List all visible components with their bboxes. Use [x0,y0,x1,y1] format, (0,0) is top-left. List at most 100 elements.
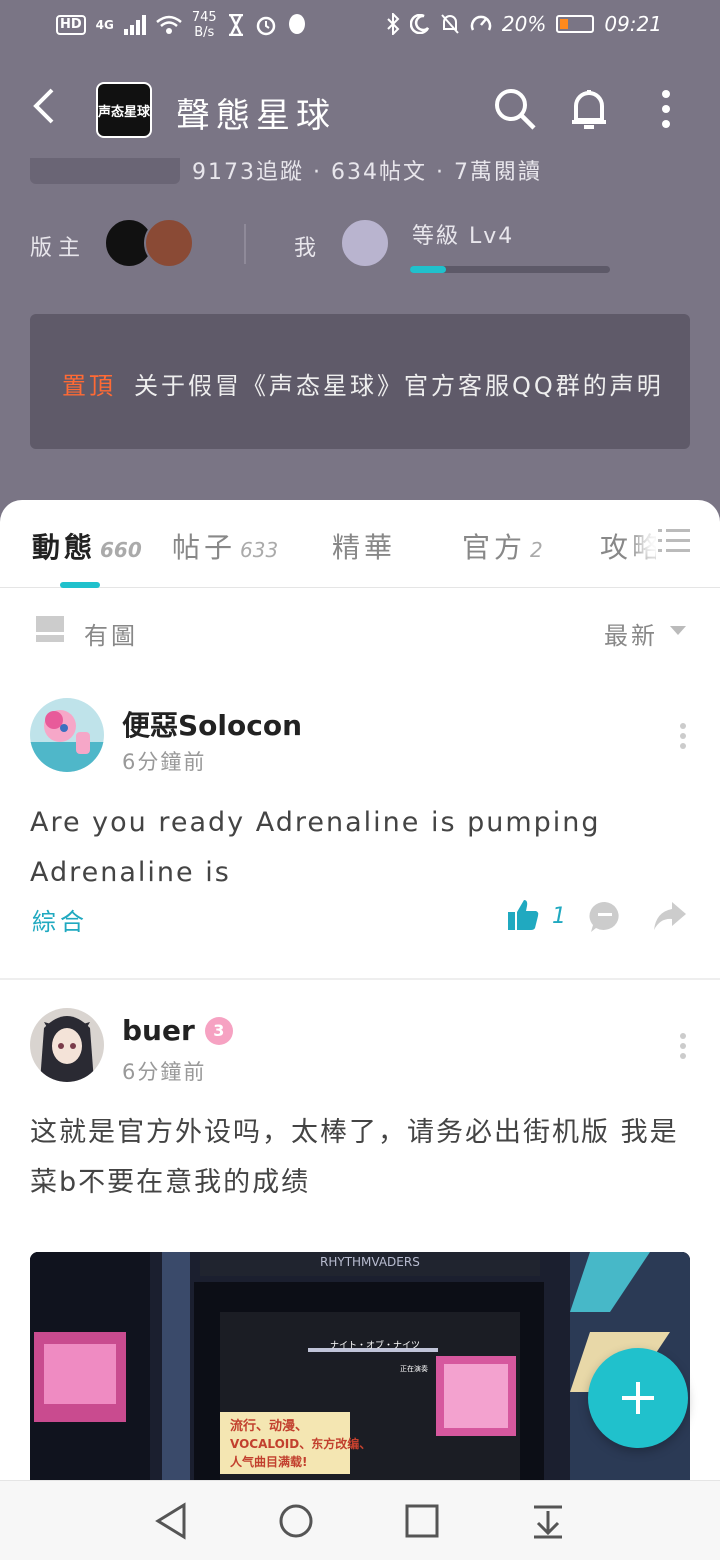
tab-label: 帖子 [172,531,237,564]
chevron-down-icon [670,626,686,635]
bell-icon [572,90,606,129]
more-vertical-icon [662,90,670,128]
list-icon [658,529,690,552]
post-image[interactable]: RHYTHMVADERS ナイト・オブ・ナイツ 正在演奏 流行、动漫、 VOCA… [30,1252,690,1480]
mute-icon [441,14,459,34]
my-avatar[interactable] [340,218,390,268]
pinned-post[interactable]: 置頂 关于假冒《声态星球》官方客服QQ群的声明 [30,314,690,449]
user-avatar-image [30,1008,104,1082]
active-tab-indicator [60,582,100,588]
network-speed: 745 B/s [191,10,217,40]
wifi-icon [156,15,182,34]
post-body[interactable]: 这就是官方外设吗，太棒了，请务必出街机版 我是菜b不要在意我的成绩 [30,1108,690,1208]
app-header: 声态星球 聲態星球 [0,56,720,166]
pinned-title: 关于假冒《声态星球》官方客服QQ群的声明 [134,372,664,400]
tab-menu-button[interactable] [656,526,696,562]
board-logo-text: 声态星球 [98,104,151,120]
clock: 09:21 [604,12,662,36]
board-stats: 9173追蹤 · 634帖文 · 7萬閱讀 [192,160,542,182]
tab-count: 2 [530,538,543,562]
level-progress-fill [410,266,446,273]
promo-line-3: 人气曲目满载! [230,1454,307,1469]
post-username-text: buer [122,1014,195,1047]
share-button[interactable] [652,900,688,936]
moderator-label: 版主 [30,236,87,261]
my-label: 我 [294,236,317,261]
avatar[interactable] [30,1008,104,1082]
thumbs-up-icon [508,900,539,930]
arcade-photo: RHYTHMVADERS ナイト・オブ・ナイツ 正在演奏 流行、动漫、 VOCA… [30,1252,690,1480]
tab-label: 攻略 [600,531,665,564]
avatar[interactable] [30,698,104,772]
plus-icon [622,1382,654,1414]
post-username[interactable]: 便惡Solocon [122,704,302,744]
like-button[interactable] [506,898,540,936]
post-body[interactable]: Are you ready Adrenaline is pumping Adre… [30,798,690,898]
level-text: 等級 Lv4 [412,224,515,249]
divider [244,224,246,264]
more-vertical-icon[interactable] [670,1032,696,1062]
notification-button[interactable] [566,86,612,132]
search-icon [495,89,536,130]
level-progress [410,266,610,273]
like-count: 1 [552,904,566,929]
tab-featured[interactable]: 精華 [332,526,396,566]
tab-label: 官方 [462,531,527,564]
divider [0,978,720,980]
user-avatar-image [30,698,104,772]
pinned-tag: 置頂 [62,372,116,400]
hourglass-icon [228,14,243,36]
tab-count: 633 [240,538,279,562]
bluetooth-icon [387,13,400,35]
share-icon [654,902,686,930]
board-logo[interactable]: 声态星球 [96,82,152,138]
alarm-icon [256,16,275,36]
comment-button[interactable] [588,900,622,938]
more-options-button[interactable] [646,86,692,132]
notification-shade-icon[interactable] [528,1501,568,1541]
tab-label: 精華 [332,531,397,564]
tab-bar: 動態 660 帖子 633 精華 官方 2 攻略 [0,500,720,588]
moderator-avatar[interactable] [144,218,194,268]
official-badge [30,158,180,184]
post-category[interactable]: 綜合 [32,902,88,937]
chevron-left-icon [33,88,54,124]
tab-posts[interactable]: 帖子 633 [172,526,278,566]
play-status: 正在演奏 [400,1364,428,1373]
search-button[interactable] [492,86,538,132]
power-save-icon [470,15,492,31]
level-badge: 3 [204,1017,233,1045]
image-filter-label[interactable]: 有圖 [84,616,138,651]
hd-icon: HD [56,15,86,35]
post-time: 6分鐘前 [122,750,207,774]
tab-label: 動態 [32,531,97,564]
moderator-row: 版主 我 等級 Lv4 [30,216,690,276]
qq-icon [288,14,305,34]
image-filter-icon[interactable] [36,616,64,642]
battery-percent: 20% [501,12,547,36]
content-sheet: 動態 660 帖子 633 精華 官方 2 攻略 有圖 最新 便惡Solocon… [0,500,720,1480]
tab-feed[interactable]: 動態 660 [32,526,142,566]
filter-row: 有圖 最新 [0,600,720,660]
status-bar: HD 4G 745 B/s 20% 09:21 [0,0,720,56]
tab-count: 660 [100,538,142,562]
tab-guides[interactable]: 攻略 [600,526,664,566]
network-label: 4G [95,18,114,32]
moon-icon [409,14,430,34]
back-nav-icon[interactable] [152,1501,192,1541]
post-time: 6分鐘前 [122,1060,207,1084]
more-vertical-icon[interactable] [670,722,696,752]
sort-dropdown[interactable]: 最新 [604,616,658,651]
create-post-button[interactable] [588,1348,688,1448]
tab-official[interactable]: 官方 2 [462,526,543,566]
signal-icon [123,15,146,35]
song-title: ナイト・オブ・ナイツ [330,1339,420,1351]
home-nav-icon[interactable] [276,1501,316,1541]
post-username[interactable]: buer 3 [122,1014,233,1047]
back-button[interactable] [28,86,58,134]
system-nav-bar [0,1480,720,1560]
page-title: 聲態星球 [176,96,336,136]
recents-nav-icon[interactable] [402,1501,442,1541]
promo-line-1: 流行、动漫、 [230,1418,308,1434]
marquee-text: RHYTHMVADERS [320,1255,420,1269]
